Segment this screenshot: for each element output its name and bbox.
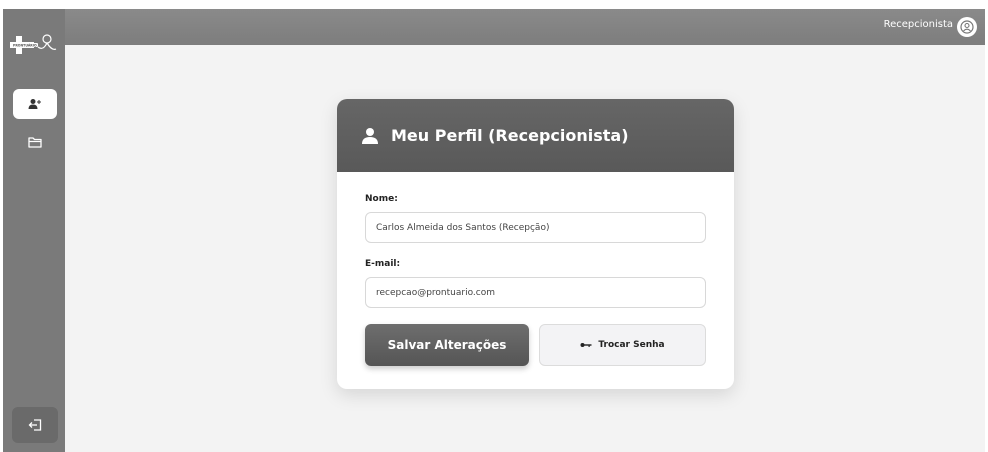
logout-icon — [28, 419, 42, 431]
profile-card-header: Meu Perfil (Recepcionista) — [337, 99, 734, 172]
topbar: Recepcionista — [65, 9, 985, 45]
name-field-group: Nome: — [365, 194, 706, 243]
page-title: Meu Perfil (Recepcionista) — [391, 126, 629, 145]
sidebar-item-records[interactable] — [13, 128, 57, 156]
email-label: E-mail: — [365, 259, 401, 269]
email-field-group: E-mail: — [365, 259, 706, 308]
logo-text: PRONTUÁRIO — [13, 42, 37, 47]
user-avatar[interactable] — [957, 17, 977, 37]
user-icon — [362, 127, 378, 144]
save-button[interactable]: Salvar Alterações — [365, 324, 529, 366]
key-icon — [580, 343, 592, 347]
user-role-label: Recepcionista — [883, 19, 953, 30]
folder-icon — [28, 137, 42, 148]
logo: PRONTUÁRIO — [10, 34, 57, 54]
logout-button[interactable] — [12, 407, 58, 443]
name-input[interactable] — [365, 212, 706, 243]
form-actions: Salvar Alterações Trocar Senha — [365, 324, 706, 366]
profile-form: Nome: E-mail: Salvar Alterações Trocar S… — [337, 172, 734, 366]
profile-card: Meu Perfil (Recepcionista) Nome: E-mail:… — [337, 99, 734, 389]
user-circle-icon — [960, 20, 974, 34]
email-input[interactable] — [365, 277, 706, 308]
change-password-button[interactable]: Trocar Senha — [539, 324, 706, 366]
user-plus-icon — [28, 99, 41, 109]
sidebar: PRONTUÁRIO — [3, 9, 65, 452]
change-password-label: Trocar Senha — [598, 340, 665, 350]
sidebar-item-add-patient[interactable] — [13, 89, 57, 119]
app-window: PRONTUÁRIO Recepcionista Meu Perfil (Rec… — [3, 9, 985, 452]
name-label: Nome: — [365, 194, 398, 204]
